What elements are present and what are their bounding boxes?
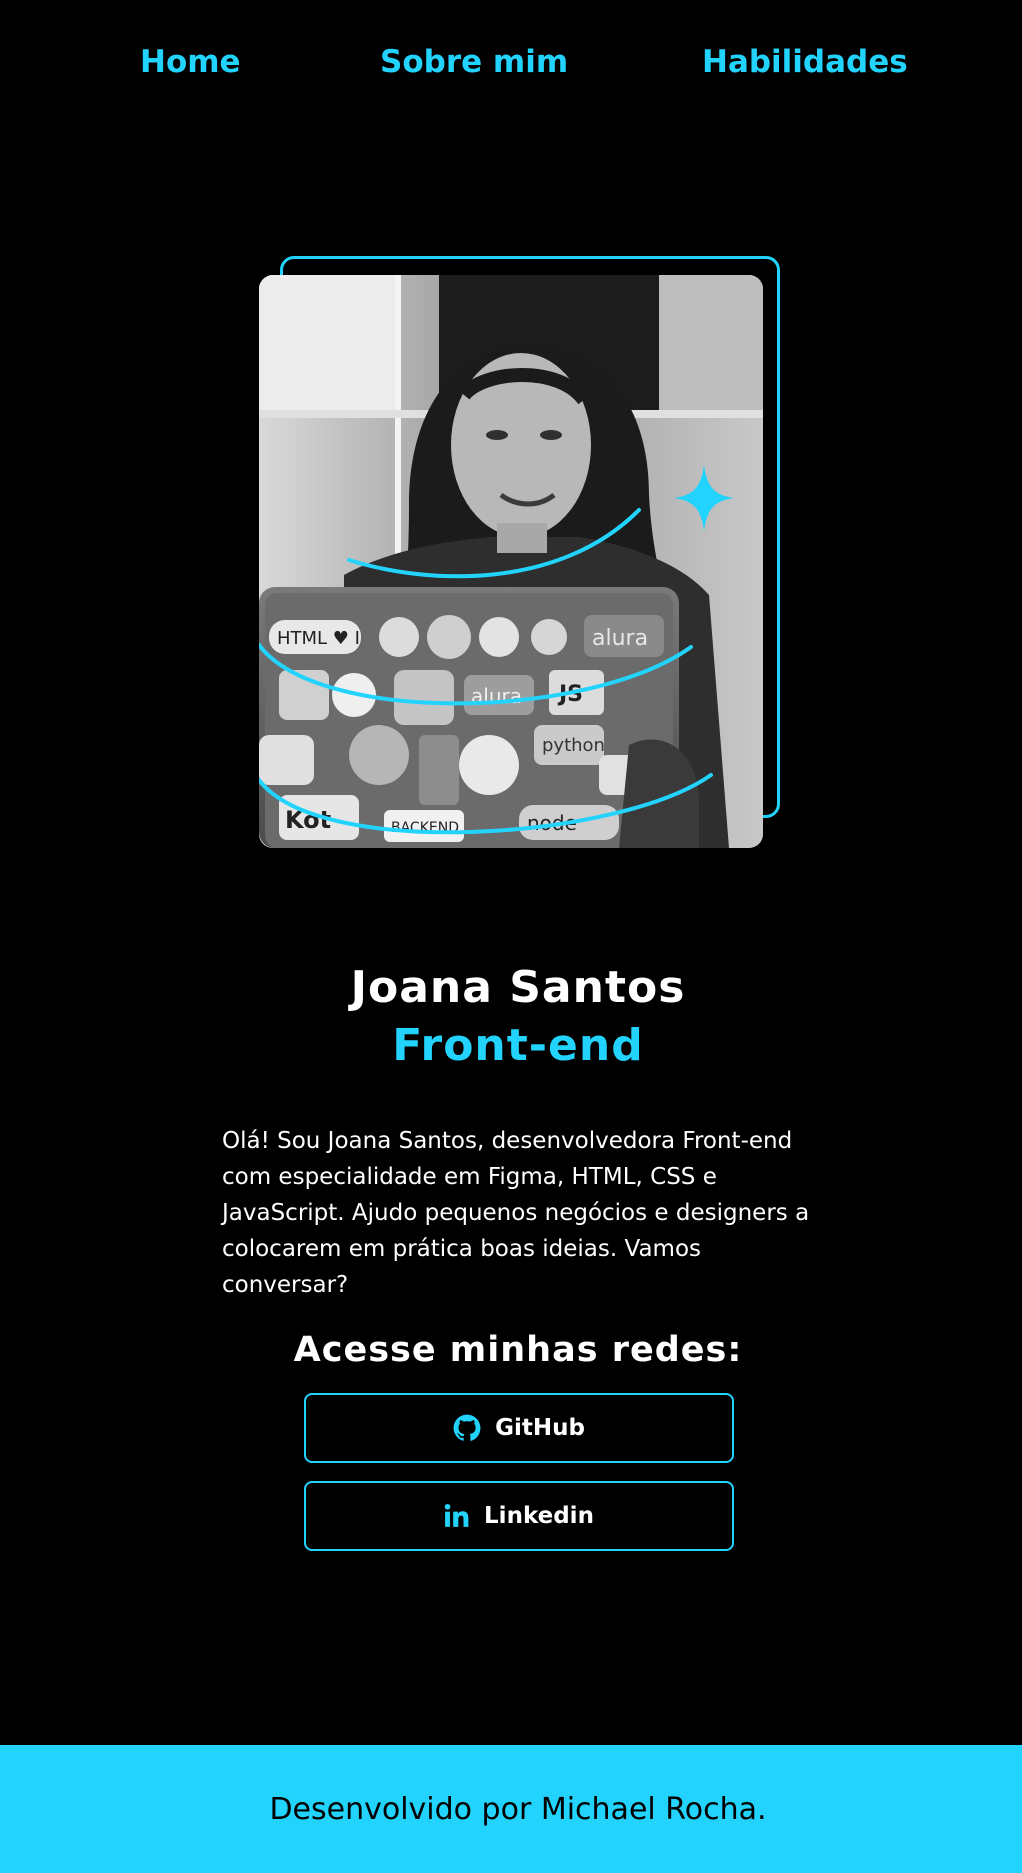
github-button-label: GitHub [495, 1415, 585, 1441]
linkedin-icon [444, 1503, 470, 1529]
nav-link-home[interactable]: Home [140, 42, 241, 82]
footer-text: Desenvolvido por Michael Rocha. [269, 1791, 767, 1827]
profile-role: Front-end [392, 1020, 644, 1071]
svg-text:HTML ♥ I: HTML ♥ I [277, 628, 360, 649]
svg-text:alura: alura [592, 626, 648, 651]
svg-text:python: python [542, 735, 605, 756]
nav-link-sobre-mim[interactable]: Sobre mim [380, 42, 568, 82]
github-button[interactable]: GitHub [304, 1393, 734, 1463]
networks-title: Acesse minhas redes: [293, 1330, 743, 1370]
profile-bio: Olá! Sou Joana Santos, desenvolvedora Fr… [222, 1128, 810, 1298]
github-icon [453, 1414, 481, 1442]
footer: Desenvolvido por Michael Rocha. [0, 1745, 1022, 1873]
linkedin-button-label: Linkedin [484, 1503, 594, 1529]
svg-text:Kot: Kot [285, 806, 331, 834]
linkedin-button[interactable]: Linkedin [304, 1481, 734, 1551]
profile-photo: HTML ♥ I alura alura JS python Kot BACKE… [259, 275, 763, 848]
profile-photo-illustration: HTML ♥ I alura alura JS python Kot BACKE… [259, 275, 763, 848]
nav-link-habilidades[interactable]: Habilidades [702, 42, 908, 82]
profile-name: Joana Santos [350, 962, 686, 1013]
main-nav: Home Sobre mim Habilidades [0, 0, 1022, 130]
profile-heading: Joana Santos Front-end [0, 960, 1022, 1076]
